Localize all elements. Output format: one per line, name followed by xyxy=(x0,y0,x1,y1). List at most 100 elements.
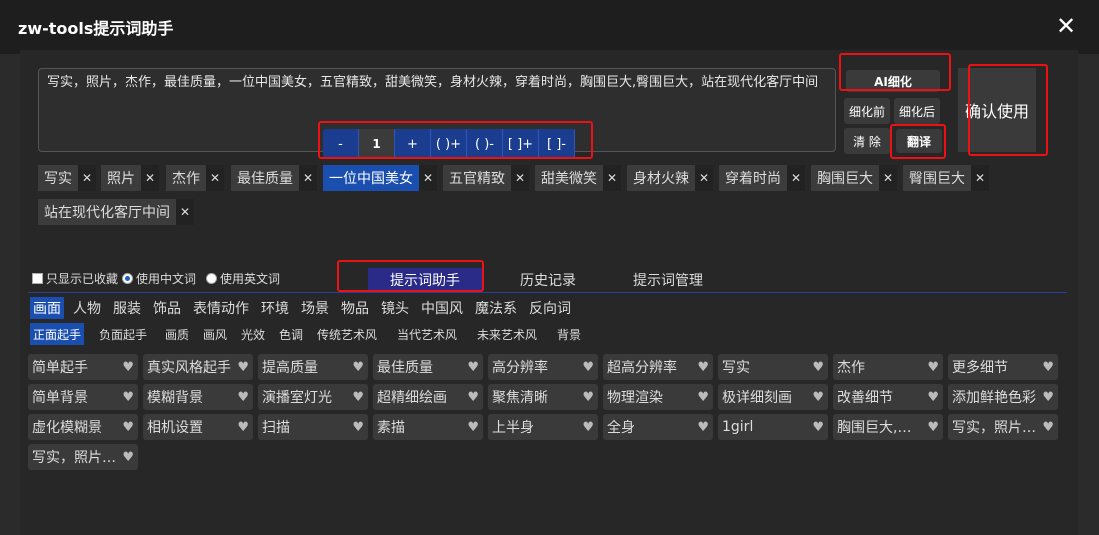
tag-chip[interactable]: 最佳质量 ✕ xyxy=(231,165,317,191)
heart-icon[interactable]: ♥ xyxy=(1040,360,1054,375)
category-tab[interactable]: 人物 xyxy=(70,297,104,319)
category-tab[interactable]: 服装 xyxy=(110,297,144,319)
prompt-item[interactable]: 素描 ♥ xyxy=(373,414,483,440)
tag-chip[interactable]: 甜美微笑 ✕ xyxy=(535,165,621,191)
prompt-item[interactable]: 胸围巨大,… ♥ xyxy=(833,414,943,440)
heart-icon[interactable]: ♥ xyxy=(465,390,479,405)
category-tab[interactable]: 中国风 xyxy=(418,297,466,319)
tag-chip[interactable]: 一位中国美女 ✕ xyxy=(323,165,437,191)
prompt-item[interactable]: 提高质量 ♥ xyxy=(258,354,368,380)
after-refine-button[interactable]: 细化后 xyxy=(894,98,940,124)
subcategory-tab[interactable]: 正面起手 xyxy=(30,323,85,345)
category-tab[interactable]: 反向词 xyxy=(526,297,574,319)
category-tab[interactable]: 表情动作 xyxy=(190,297,252,319)
prompt-item[interactable]: 1girl ♥ xyxy=(718,414,828,440)
prompt-item[interactable]: 更多细节 ♥ xyxy=(948,354,1058,380)
prompt-item[interactable]: 添加鲜艳色彩 ♥ xyxy=(948,384,1058,410)
heart-icon[interactable]: ♥ xyxy=(580,360,594,375)
prompt-item[interactable]: 虚化模糊景 ♥ xyxy=(28,414,138,440)
paren-plus-button[interactable]: ( )+ xyxy=(431,129,467,159)
bracket-minus-button[interactable]: [ ]- xyxy=(539,129,575,159)
prompt-item[interactable]: 写实，照片… ♥ xyxy=(948,414,1058,440)
prompt-item[interactable]: 杰作 ♥ xyxy=(833,354,943,380)
tag-chip[interactable]: 五官精致 ✕ xyxy=(443,165,529,191)
heart-icon[interactable]: ♥ xyxy=(925,390,939,405)
heart-icon[interactable]: ♥ xyxy=(925,360,939,375)
remove-tag-icon[interactable]: ✕ xyxy=(787,165,805,191)
prompt-item[interactable]: 写实 ♥ xyxy=(718,354,828,380)
tag-chip[interactable]: 身材火辣 ✕ xyxy=(627,165,713,191)
category-tab[interactable]: 环境 xyxy=(258,297,292,319)
close-icon[interactable]: ✕ xyxy=(1056,12,1076,40)
prompt-item[interactable]: 演播室灯光 ♥ xyxy=(258,384,368,410)
prompt-item[interactable]: 扫描 ♥ xyxy=(258,414,368,440)
prompt-item[interactable]: 聚焦清晰 ♥ xyxy=(488,384,598,410)
prompt-item[interactable]: 模糊背景 ♥ xyxy=(143,384,253,410)
subcategory-tab[interactable]: 背景 xyxy=(554,323,584,345)
heart-icon[interactable]: ♥ xyxy=(1040,390,1054,405)
heart-icon[interactable]: ♥ xyxy=(925,420,939,435)
remove-tag-icon[interactable]: ✕ xyxy=(141,165,159,191)
tag-chip[interactable]: 胸围巨大 ✕ xyxy=(811,165,897,191)
tab-history[interactable]: 历史记录 xyxy=(505,268,591,292)
heart-icon[interactable]: ♥ xyxy=(120,390,134,405)
paren-minus-button[interactable]: ( )- xyxy=(467,129,503,159)
heart-icon[interactable]: ♥ xyxy=(1040,420,1054,435)
category-tab[interactable]: 镜头 xyxy=(378,297,412,319)
heart-icon[interactable]: ♥ xyxy=(580,420,594,435)
clear-button[interactable]: 清 除 xyxy=(844,128,890,154)
remove-tag-icon[interactable]: ✕ xyxy=(603,165,621,191)
heart-icon[interactable]: ♥ xyxy=(580,390,594,405)
subcategory-tab[interactable]: 未来艺术风 xyxy=(474,323,540,345)
heart-icon[interactable]: ♥ xyxy=(235,390,249,405)
bracket-plus-button[interactable]: [ ]+ xyxy=(503,129,539,159)
subcategory-tab[interactable]: 色调 xyxy=(276,323,306,345)
weight-plus-button[interactable]: + xyxy=(395,129,431,159)
prompt-item[interactable]: 上半身 ♥ xyxy=(488,414,598,440)
heart-icon[interactable]: ♥ xyxy=(695,390,709,405)
prompt-item[interactable]: 最佳质量 ♥ xyxy=(373,354,483,380)
prompt-item[interactable]: 高分辨率 ♥ xyxy=(488,354,598,380)
subcategory-tab[interactable]: 传统艺术风 xyxy=(314,323,380,345)
remove-tag-icon[interactable]: ✕ xyxy=(971,165,989,191)
remove-tag-icon[interactable]: ✕ xyxy=(695,165,713,191)
heart-icon[interactable]: ♥ xyxy=(695,420,709,435)
prompt-item[interactable]: 简单起手 ♥ xyxy=(28,354,138,380)
prompt-item[interactable]: 全身 ♥ xyxy=(603,414,713,440)
subcategory-tab[interactable]: 负面起手 xyxy=(96,323,150,345)
english-radio[interactable] xyxy=(206,273,218,284)
tag-chip[interactable]: 臀围巨大 ✕ xyxy=(903,165,989,191)
heart-icon[interactable]: ♥ xyxy=(120,420,134,435)
prompt-item[interactable]: 极详细刻画 ♥ xyxy=(718,384,828,410)
subcategory-tab[interactable]: 光效 xyxy=(238,323,268,345)
tag-chip[interactable]: 站在现代化客厅中间 ✕ xyxy=(38,199,194,225)
heart-icon[interactable]: ♥ xyxy=(120,360,134,375)
favorites-checkbox[interactable] xyxy=(32,273,43,284)
tag-chip[interactable]: 写实 ✕ xyxy=(38,165,96,191)
tag-chip[interactable]: 杰作 ✕ xyxy=(166,165,224,191)
category-tab[interactable]: 场景 xyxy=(298,297,332,319)
subcategory-tab[interactable]: 当代艺术风 xyxy=(394,323,460,345)
prompt-item[interactable]: 简单背景 ♥ xyxy=(28,384,138,410)
remove-tag-icon[interactable]: ✕ xyxy=(299,165,317,191)
heart-icon[interactable]: ♥ xyxy=(235,360,249,375)
prompt-item[interactable]: 超高分辨率 ♥ xyxy=(603,354,713,380)
heart-icon[interactable]: ♥ xyxy=(350,360,364,375)
before-refine-button[interactable]: 细化前 xyxy=(844,98,890,124)
heart-icon[interactable]: ♥ xyxy=(235,420,249,435)
prompt-item[interactable]: 真实风格起手 ♥ xyxy=(143,354,253,380)
ai-refine-button[interactable]: AI细化 xyxy=(846,70,940,92)
category-tab[interactable]: 画面 xyxy=(30,297,64,319)
tag-chip[interactable]: 穿着时尚 ✕ xyxy=(719,165,805,191)
weight-value[interactable]: 1 xyxy=(359,129,395,159)
heart-icon[interactable]: ♥ xyxy=(465,420,479,435)
remove-tag-icon[interactable]: ✕ xyxy=(78,165,96,191)
tab-prompt-management[interactable]: 提示词管理 xyxy=(623,268,713,292)
confirm-use-button[interactable]: 确认使用 xyxy=(958,68,1036,152)
heart-icon[interactable]: ♥ xyxy=(350,390,364,405)
prompt-item[interactable]: 超精细绘画 ♥ xyxy=(373,384,483,410)
subcategory-tab[interactable]: 画质 xyxy=(162,323,192,345)
heart-icon[interactable]: ♥ xyxy=(350,420,364,435)
heart-icon[interactable]: ♥ xyxy=(465,360,479,375)
chinese-radio[interactable] xyxy=(122,273,134,284)
